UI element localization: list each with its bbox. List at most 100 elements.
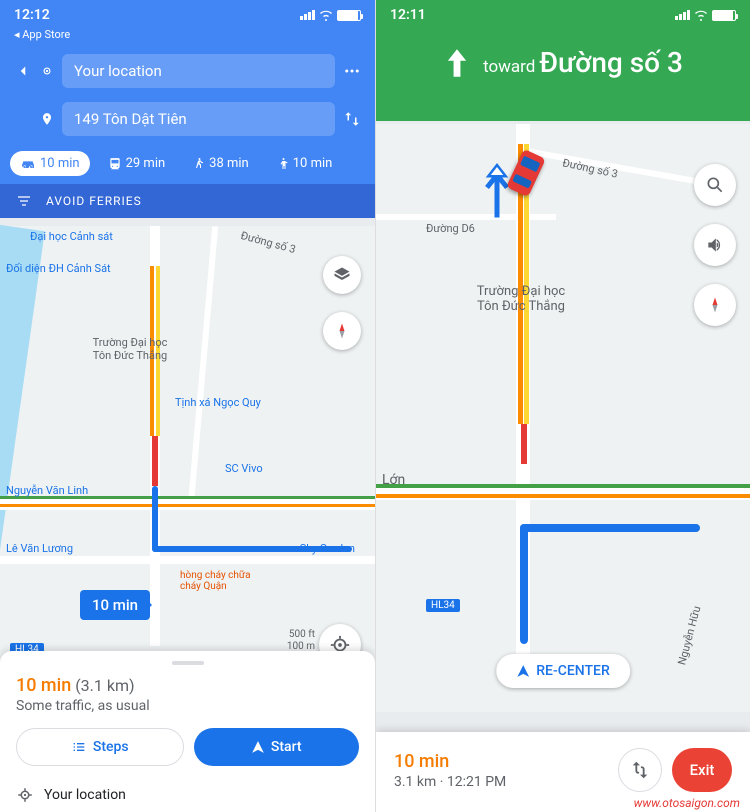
pin-icon bbox=[40, 112, 54, 126]
alt-route-icon bbox=[629, 759, 651, 781]
rideshare-icon bbox=[277, 157, 289, 171]
eta-detail: 3.1 km · 12:21 PM bbox=[394, 774, 618, 790]
back-icon[interactable] bbox=[14, 62, 32, 80]
search-button[interactable] bbox=[694, 164, 736, 206]
screen-route-planner: 12:12 ◂ App Store Your location 149 Tôn … bbox=[0, 0, 375, 812]
scale-ft: 500 ft bbox=[289, 629, 315, 640]
avoid-ferries-bar[interactable]: AVOID FERRIES bbox=[0, 184, 375, 218]
arrow-up-icon bbox=[443, 47, 471, 79]
start-button[interactable]: Start bbox=[194, 728, 360, 766]
label-nh: Nguyễn Hữu bbox=[676, 605, 704, 667]
sound-button[interactable] bbox=[694, 224, 736, 266]
transport-modes: 10 min 29 min 38 min 10 min bbox=[0, 143, 375, 184]
traffic-orange-h bbox=[0, 504, 375, 507]
mode-car[interactable]: 10 min bbox=[10, 151, 90, 176]
exit-button[interactable]: Exit bbox=[672, 748, 732, 792]
label-d6: Đường D6 bbox=[426, 222, 475, 235]
traffic-orange-h bbox=[376, 494, 750, 498]
swap-icon[interactable] bbox=[343, 110, 361, 128]
status-bar: 12:12 bbox=[0, 0, 375, 28]
walk-icon bbox=[193, 157, 205, 171]
status-bar: 12:11 bbox=[376, 0, 750, 28]
transit-icon bbox=[108, 157, 122, 171]
car-icon bbox=[20, 158, 36, 170]
label-truong-dh: Trường Đại học Tôn Đức Thắng bbox=[476, 284, 566, 314]
crosshair-small-icon bbox=[16, 786, 34, 804]
screen-navigation: 12:11 toward Đường số 3 bbox=[375, 0, 750, 812]
nav-instruction[interactable]: toward Đường số 3 bbox=[376, 28, 750, 97]
origin-row: Your location bbox=[0, 47, 375, 95]
steps-button[interactable]: Steps bbox=[16, 728, 184, 766]
route-line bbox=[520, 524, 528, 644]
action-buttons: Steps Start bbox=[16, 728, 359, 766]
map-view-right[interactable]: Đường số 3 Đường D6 Trường Đại học Tôn Đ… bbox=[376, 124, 750, 712]
label-truong-dh: Trường Đại học Tôn Đức Thắng bbox=[90, 336, 170, 362]
label-sky: Sky Garden bbox=[300, 542, 355, 555]
back-to-app[interactable]: ◂ App Store bbox=[0, 28, 375, 47]
recenter-button[interactable]: RE-CENTER bbox=[496, 654, 630, 688]
status-icons bbox=[675, 9, 736, 21]
filter-icon bbox=[16, 194, 32, 208]
road-name: Đường số 3 bbox=[539, 46, 683, 79]
river bbox=[0, 224, 45, 587]
header-green: 12:11 toward Đường số 3 bbox=[376, 0, 750, 121]
direction-chevron-icon bbox=[482, 160, 512, 220]
traffic-text: Some traffic, as usual bbox=[16, 698, 359, 714]
label-lon: Lớn bbox=[382, 472, 405, 488]
map-view-left[interactable]: Đại học Cảnh sát Đối diện ĐH Cảnh Sát Tr… bbox=[0, 226, 375, 680]
compass-icon bbox=[332, 321, 352, 341]
eta-time: 10 min bbox=[394, 751, 618, 772]
label-lvl: Lê Văn Lương bbox=[6, 542, 73, 555]
origin-input[interactable]: Your location bbox=[62, 54, 335, 88]
watermark: www.otosaigon.com bbox=[634, 796, 740, 810]
compass-button[interactable] bbox=[323, 312, 361, 350]
label-nvl: Nguyễn Văn Linh bbox=[6, 484, 88, 497]
label-dh-canh-sat: Đại học Cảnh sát bbox=[30, 230, 113, 243]
speaker-icon bbox=[705, 235, 725, 255]
sheet-footer: Your location bbox=[16, 778, 359, 804]
label-tinh-xa: Tịnh xá Ngọc Quy bbox=[175, 396, 261, 409]
eta-info: 10 min 3.1 km · 12:21 PM bbox=[394, 751, 618, 790]
nav-arrow-icon bbox=[516, 664, 530, 678]
bottom-sheet-left[interactable]: 10 min (3.1 km) Some traffic, as usual S… bbox=[0, 651, 375, 812]
toward-label: toward bbox=[483, 57, 535, 77]
clock: 12:12 bbox=[14, 7, 50, 23]
wifi-icon bbox=[318, 9, 334, 21]
mode-walk[interactable]: 38 min bbox=[183, 151, 259, 176]
clock: 12:11 bbox=[390, 7, 426, 23]
search-icon bbox=[705, 175, 725, 195]
battery-icon bbox=[712, 10, 736, 21]
your-location-label: Your location bbox=[44, 787, 126, 803]
mode-rideshare[interactable]: 10 min bbox=[267, 151, 343, 176]
route-line-h bbox=[520, 524, 700, 532]
label-doi-dien: Đối diện ĐH Cảnh Sát bbox=[6, 262, 111, 275]
status-icons bbox=[300, 9, 361, 21]
layers-icon bbox=[332, 265, 352, 285]
compass-button[interactable] bbox=[694, 284, 736, 326]
wifi-icon bbox=[693, 9, 709, 21]
compass-icon bbox=[705, 295, 725, 315]
alternate-route-button[interactable] bbox=[618, 748, 662, 792]
destination-input[interactable]: 149 Tôn Dật Tiên bbox=[62, 102, 335, 136]
label-phong-chay: hòng cháy chữa cháy Quận bbox=[180, 570, 270, 592]
traffic-red bbox=[521, 424, 527, 464]
route-line-v bbox=[152, 486, 158, 552]
more-icon[interactable] bbox=[343, 62, 361, 80]
list-icon bbox=[71, 740, 87, 754]
mode-transit[interactable]: 29 min bbox=[98, 151, 176, 176]
label-hl34: HL34 bbox=[426, 599, 460, 612]
car-marker bbox=[506, 149, 546, 197]
signal-icon bbox=[675, 10, 690, 20]
traffic-green-h bbox=[376, 484, 750, 488]
eta-row: 10 min (3.1 km) bbox=[16, 675, 359, 696]
route-time-badge: 10 min bbox=[80, 590, 150, 620]
layers-button[interactable] bbox=[323, 256, 361, 294]
origin-icon bbox=[40, 64, 54, 78]
drag-handle[interactable] bbox=[172, 661, 204, 665]
label-sc-vivo: SC Vivo bbox=[225, 462, 263, 475]
battery-icon bbox=[337, 10, 361, 21]
eta-dist: (3.1 km) bbox=[75, 676, 134, 695]
signal-icon bbox=[300, 10, 315, 20]
nav-icon bbox=[251, 740, 265, 754]
traffic-red bbox=[152, 436, 158, 486]
